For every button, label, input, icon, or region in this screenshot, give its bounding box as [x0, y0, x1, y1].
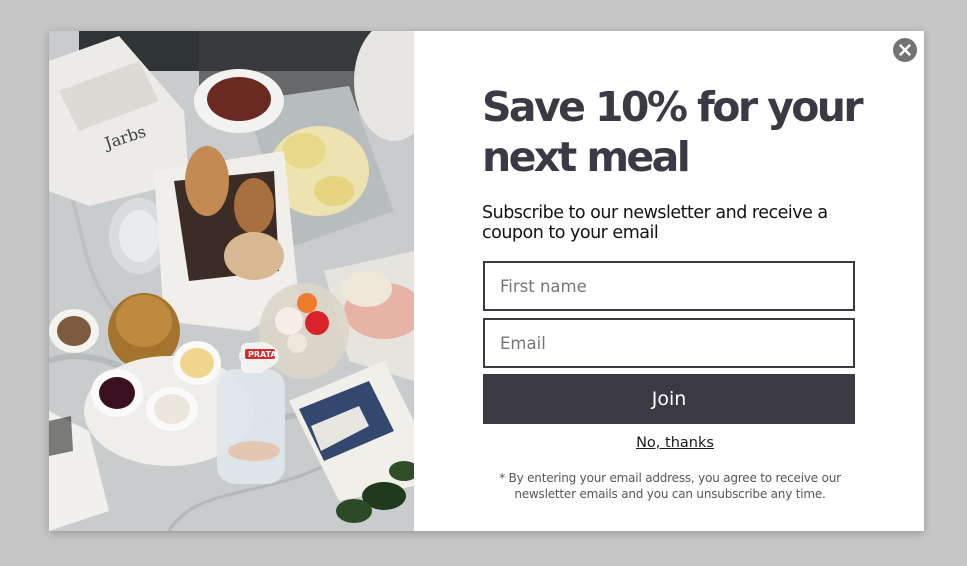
email-input[interactable]	[483, 318, 855, 368]
headline: Save 10% for your next meal	[482, 83, 864, 181]
disclaimer-text: * By entering your email address, you ag…	[499, 471, 841, 501]
first-name-input[interactable]	[483, 261, 855, 311]
signup-panel: Save 10% for your next meal Subscribe to…	[414, 31, 924, 531]
close-button[interactable]	[893, 38, 917, 62]
join-button[interactable]: Join	[483, 374, 855, 424]
bottle-brand-text: PRATA	[248, 350, 277, 359]
no-thanks-link[interactable]: No, thanks	[483, 435, 867, 451]
breakfast-table-photo: Jarbs PRATA	[49, 31, 414, 531]
subheadline: Subscribe to our newsletter and receive …	[482, 203, 828, 243]
newsletter-popup: Jarbs PRATA Save 10% for your next meal …	[49, 31, 924, 531]
close-icon	[899, 44, 911, 56]
